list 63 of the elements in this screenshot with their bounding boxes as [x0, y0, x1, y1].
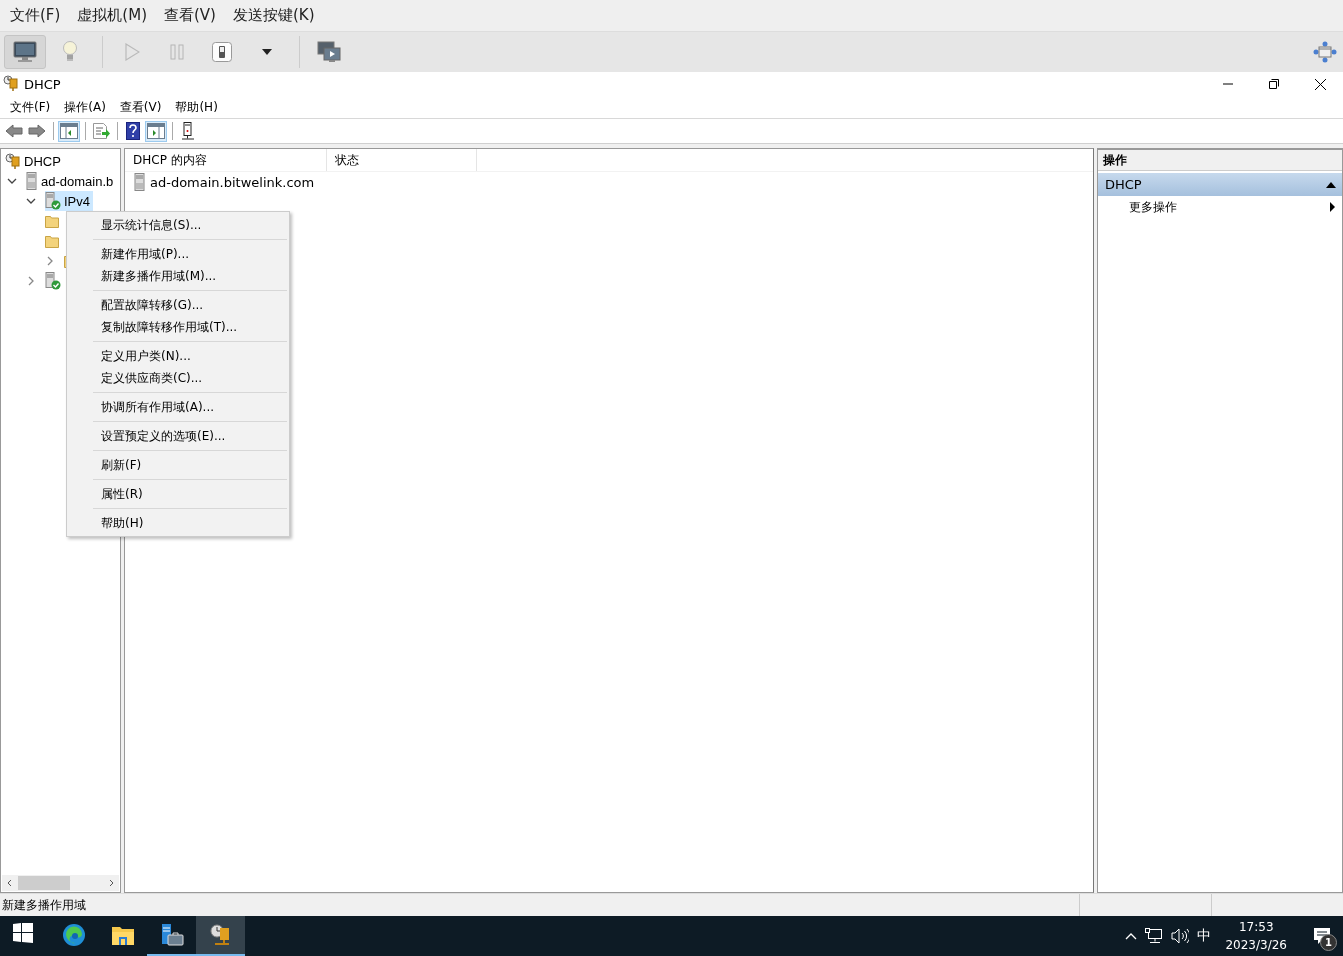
chevron-up-icon[interactable] [1125, 932, 1138, 940]
menu-item[interactable]: 文件(F) [2, 6, 69, 25]
menu-item[interactable]: 查看(V) [156, 6, 224, 25]
menu-item[interactable]: 协调所有作用域(A)... [67, 396, 289, 418]
menu-item[interactable]: 定义供应商类(C)... [67, 367, 289, 389]
menu-item[interactable]: 操作(A) [58, 98, 112, 116]
menu-item[interactable]: 复制故障转移作用域(T)... [67, 316, 289, 338]
menu-item[interactable]: 新建作用域(P)... [67, 243, 289, 265]
server-icon [26, 172, 38, 190]
dhcp-icon [5, 153, 21, 169]
menu-item[interactable]: 新建多播作用域(M)... [67, 265, 289, 287]
monitor-button[interactable] [4, 35, 46, 69]
menu-item[interactable]: 刷新(F) [67, 454, 289, 476]
screens-icon[interactable] [317, 41, 341, 63]
menu-item[interactable]: 发送按键(K) [224, 6, 323, 25]
menu-item[interactable]: 显示统计信息(S)... [67, 214, 289, 236]
tree-item[interactable]: ad-domain.b [41, 173, 114, 189]
menu-item[interactable]: 帮助(H) [169, 98, 224, 116]
scroll-right-icon[interactable] [107, 879, 115, 887]
caret-icon[interactable] [262, 49, 272, 55]
notification-badge: 1 [1320, 934, 1337, 951]
menu-item[interactable]: 定义用户类(N)... [67, 345, 289, 367]
dhcp-icon [3, 74, 19, 91]
menu-item[interactable]: 虚拟机(M) [69, 6, 155, 25]
scrollbar-thumb[interactable] [18, 876, 70, 890]
actions-header: 操作 [1098, 150, 1342, 171]
action-item[interactable]: 更多操作 [1129, 198, 1177, 216]
menu-item[interactable]: 文件(F) [4, 98, 57, 116]
server-toolbox-icon[interactable] [159, 923, 184, 947]
close-icon[interactable] [1314, 78, 1326, 90]
menu-item[interactable]: 配置故障转移(G)... [67, 294, 289, 316]
chevron-right-icon[interactable] [45, 256, 55, 266]
collapse-icon [1326, 181, 1336, 188]
submenu-arrow-icon [1330, 202, 1335, 212]
restore-icon[interactable] [1269, 79, 1279, 89]
window-title: DHCP [24, 76, 61, 92]
server-icon[interactable] [182, 122, 194, 140]
monitor-icon[interactable] [13, 41, 37, 63]
tree-item[interactable]: DHCP [24, 153, 61, 169]
network-icon[interactable] [1145, 928, 1164, 944]
power-switch-icon[interactable] [212, 42, 232, 62]
list-item[interactable]: ad-domain.bitwelink.com [150, 174, 315, 190]
horizontal-scrollbar[interactable] [2, 875, 119, 891]
clock[interactable]: 17:53 2023/3/26 [1225, 918, 1287, 954]
chevron-right-icon[interactable] [26, 276, 36, 286]
menu-item[interactable]: 帮助(H) [67, 512, 289, 534]
menu-item[interactable]: 属性(R) [67, 483, 289, 505]
action-section-header[interactable]: DHCP [1098, 173, 1342, 196]
server-icon [134, 173, 146, 191]
chevron-down-icon[interactable] [26, 196, 36, 206]
menu-item[interactable]: 查看(V) [113, 98, 168, 116]
browser-icon[interactable] [61, 923, 86, 947]
status-text: 新建多播作用域 [2, 896, 86, 914]
taskbar-button[interactable] [196, 916, 245, 956]
chevron-down-icon[interactable] [7, 176, 17, 186]
menu-item[interactable]: 设置预定义的选项(E)... [67, 425, 289, 447]
column-header[interactable]: DHCP 的内容 [125, 149, 327, 171]
scroll-left-icon[interactable] [6, 879, 14, 887]
volume-icon[interactable] [1171, 928, 1190, 944]
column-header[interactable]: 状态 [327, 149, 477, 171]
input-method-indicator[interactable]: 中 [1197, 927, 1212, 945]
server-check-icon [45, 192, 61, 210]
fit-window-icon[interactable] [1313, 41, 1337, 63]
